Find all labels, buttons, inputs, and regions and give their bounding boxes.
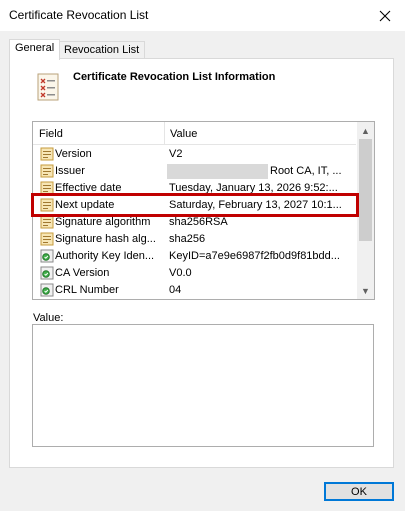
scroll-up-arrow-icon[interactable]: ▲	[357, 122, 374, 139]
list-row-signature-hash[interactable]: Signature hash alg... sha256	[33, 231, 356, 248]
field-value: Root CA, IT, ...	[270, 165, 342, 177]
extension-icon	[40, 266, 54, 280]
field-name: Version	[55, 148, 92, 160]
redacted-area	[167, 164, 268, 179]
field-value: KeyID=a7e9e6987f2fb0d9f81bdd...	[169, 250, 340, 262]
field-name: Authority Key Iden...	[55, 250, 155, 262]
field-name: CA Version	[55, 267, 110, 279]
field-list[interactable]: Field Value Version V2 Issuer Root CA, I…	[32, 121, 375, 300]
list-row-effective-date[interactable]: Effective date Tuesday, January 13, 2026…	[33, 180, 356, 197]
field-value: V0.0	[169, 267, 192, 279]
certificate-field-icon	[40, 147, 54, 161]
tab-revocation-list[interactable]: Revocation List	[58, 41, 146, 59]
scroll-down-arrow-icon[interactable]: ▼	[357, 282, 374, 299]
list-row-authority-key[interactable]: Authority Key Iden... KeyID=a7e9e6987f2f…	[33, 248, 356, 265]
field-name: Issuer	[55, 165, 85, 177]
list-row-next-update[interactable]: Next update Saturday, February 13, 2027 …	[33, 197, 356, 214]
list-row-version[interactable]: Version V2	[33, 146, 356, 163]
general-panel: Certificate Revocation List Information …	[9, 58, 394, 468]
certificate-field-icon	[40, 181, 54, 195]
close-icon	[379, 10, 391, 21]
certificate-field-icon	[40, 215, 54, 229]
field-value: sha256	[169, 233, 206, 245]
field-value: 04	[169, 284, 182, 296]
extension-icon	[40, 283, 54, 297]
field-name: CRL Number	[55, 284, 119, 296]
close-button[interactable]	[365, 0, 405, 31]
value-textbox[interactable]	[32, 324, 374, 447]
ok-button[interactable]: OK	[324, 482, 394, 501]
field-value: Saturday, February 13, 2027 10:1...	[169, 199, 342, 211]
header-title: Certificate Revocation List Information	[73, 71, 276, 83]
title-bar: Certificate Revocation List	[0, 0, 405, 31]
list-row-issuer[interactable]: Issuer Root CA, IT, ...	[33, 163, 356, 180]
list-row-crl-number[interactable]: CRL Number 04	[33, 282, 356, 299]
field-name: Signature hash alg...	[55, 233, 156, 245]
tab-general[interactable]: General	[9, 39, 61, 60]
field-value: Tuesday, January 13, 2026 9:52:...	[169, 182, 338, 194]
scroll-thumb[interactable]	[359, 139, 372, 241]
field-name: Next update	[55, 199, 115, 211]
value-label: Value:	[33, 312, 64, 324]
field-value: sha256RSA	[169, 216, 228, 228]
list-row-ca-version[interactable]: CA Version V0.0	[33, 265, 356, 282]
field-value: V2	[169, 148, 183, 160]
extension-icon	[40, 249, 54, 263]
list-row-signature-algorithm[interactable]: Signature algorithm sha256RSA	[33, 214, 356, 231]
window-title: Certificate Revocation List	[9, 8, 149, 22]
field-name: Effective date	[55, 182, 122, 194]
certificate-field-icon	[40, 232, 54, 246]
column-header-field[interactable]: Field	[39, 128, 63, 140]
crl-document-icon	[37, 73, 59, 101]
column-separator[interactable]	[164, 122, 165, 144]
list-scrollbar[interactable]: ▲ ▼	[357, 122, 374, 299]
certificate-field-icon	[40, 164, 54, 178]
field-name: Signature algorithm	[55, 216, 151, 228]
column-header-value[interactable]: Value	[170, 128, 197, 140]
list-header: Field Value	[33, 122, 356, 145]
certificate-field-icon	[40, 198, 54, 212]
